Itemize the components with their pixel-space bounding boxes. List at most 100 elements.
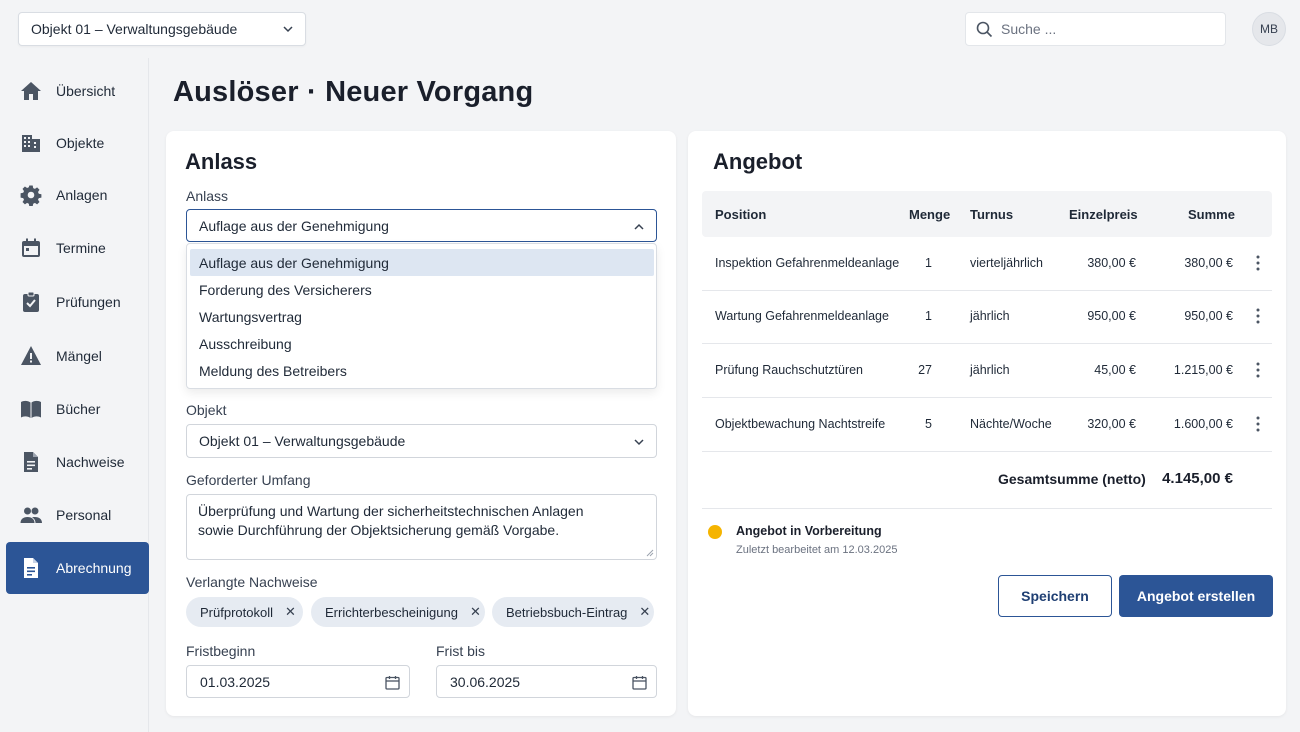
sidebar-item-label: Nachweise [56, 454, 125, 470]
table-row: Prüfung Rauchschutztüren 27 jährlich 45,… [702, 344, 1272, 398]
sidebar-item-label: Prüfungen [56, 294, 121, 310]
dropdown-option[interactable]: Forderung des Versicherers [190, 276, 654, 303]
cell-summe: 380,00 € [1184, 256, 1233, 270]
total-row: Gesamtsumme (netto) 4.145,00 € [702, 452, 1272, 509]
sidebar-item-label: Übersicht [56, 83, 116, 99]
save-button[interactable]: Speichern [998, 575, 1112, 617]
close-icon[interactable]: ✕ [285, 604, 296, 620]
sidebar-item-label: Mängel [56, 348, 102, 364]
more-vertical-icon[interactable] [1254, 307, 1262, 325]
sidebar-item-nachweise[interactable]: Nachweise [6, 436, 149, 488]
column-header-summe: Summe [1188, 207, 1235, 222]
frist-bis-value: 30.06.2025 [450, 673, 521, 690]
cell-menge: 1 [925, 256, 932, 270]
anlass-card-title: Anlass [185, 149, 258, 174]
calendar-icon [20, 237, 42, 259]
sidebar-item-label: Abrechnung [56, 560, 132, 576]
fristbeginn-label: Fristbeginn [186, 643, 256, 659]
dropdown-option[interactable]: Meldung des Betreibers [190, 357, 654, 384]
table-row: Wartung Gefahrenmeldeanlage 1 jährlich 9… [702, 290, 1272, 344]
calendar-icon[interactable] [632, 675, 647, 690]
fristbeginn-value: 01.03.2025 [200, 673, 271, 690]
chip-label: Errichterbescheinigung [325, 604, 458, 620]
object-selector-value: Objekt 01 – Verwaltungsgebäude [31, 21, 238, 37]
clipboard-check-icon [20, 291, 42, 313]
cell-summe: 1.215,00 € [1173, 363, 1233, 377]
angebot-card-title: Angebot [713, 149, 803, 174]
book-icon [20, 398, 42, 420]
frist-bis-input[interactable]: 30.06.2025 [436, 665, 657, 698]
nachweise-label: Verlangte Nachweise [186, 574, 318, 590]
search-icon [976, 21, 993, 37]
total-label: Gesamtsumme (netto) [998, 471, 1146, 487]
sidebar-item-label: Anlagen [56, 187, 108, 203]
cell-einzelpreis: 320,00 € [1087, 417, 1136, 431]
sidebar: Übersicht Objekte Anlagen Termine Prüfun… [0, 58, 149, 732]
anlass-label: Anlass [186, 188, 229, 204]
cell-menge: 27 [918, 363, 932, 377]
avatar[interactable]: MB [1252, 12, 1286, 46]
dropdown-option[interactable]: Auflage aus der Genehmigung [190, 249, 654, 276]
sidebar-item-termine[interactable]: Termine [6, 222, 149, 274]
anlass-select[interactable]: Auflage aus der Genehmigung [186, 209, 657, 242]
sidebar-item-uebersicht[interactable]: Übersicht [6, 65, 149, 117]
total-value: 4.145,00 € [1162, 470, 1233, 487]
cell-summe: 1.600,00 € [1173, 417, 1233, 431]
cell-einzelpreis: 45,00 € [1094, 363, 1136, 377]
dropdown-option[interactable]: Wartungsvertrag [190, 303, 654, 330]
create-offer-button[interactable]: Angebot erstellen [1119, 575, 1273, 617]
sidebar-item-anlagen[interactable]: Anlagen [6, 169, 149, 221]
objekt-label: Objekt [186, 402, 227, 418]
search-input[interactable] [1001, 21, 1201, 37]
more-vertical-icon[interactable] [1254, 361, 1262, 379]
close-icon[interactable]: ✕ [470, 604, 481, 620]
sidebar-item-buecher[interactable]: Bücher [6, 383, 149, 435]
cell-summe: 950,00 € [1184, 309, 1233, 323]
nachweis-chip: Betriebsbuch-Eintrag ✕ [492, 597, 654, 627]
dropdown-option[interactable]: Ausschreibung [190, 330, 654, 357]
sidebar-item-personal[interactable]: Personal [6, 489, 149, 541]
more-vertical-icon[interactable] [1254, 254, 1262, 272]
search-box[interactable] [965, 12, 1226, 46]
document-icon [20, 451, 42, 473]
close-icon[interactable]: ✕ [639, 604, 650, 620]
sidebar-item-objekte[interactable]: Objekte [6, 117, 149, 169]
table-row: Inspektion Gefahrenmeldeanlage 1 viertel… [702, 237, 1272, 291]
cell-turnus: jährlich [970, 309, 1010, 323]
sidebar-item-label: Objekte [56, 135, 105, 151]
sidebar-item-pruefungen[interactable]: Prüfungen [6, 276, 149, 328]
umfang-textarea[interactable]: Überprüfung und Wartung der sicherheitst… [186, 494, 657, 560]
table-header: Position Menge Turnus Einzelpreis Summe [702, 191, 1272, 237]
chevron-up-icon [634, 223, 644, 230]
invoice-icon [20, 557, 42, 579]
objekt-select-value: Objekt 01 – Verwaltungsgebäude [199, 433, 406, 449]
objekt-select[interactable]: Objekt 01 – Verwaltungsgebäude [186, 424, 657, 458]
column-header-position: Position [715, 207, 767, 222]
anlass-select-value: Auflage aus der Genehmigung [199, 217, 389, 234]
fristbeginn-input[interactable]: 01.03.2025 [186, 665, 410, 698]
gear-icon [20, 184, 42, 206]
sidebar-item-label: Personal [56, 507, 112, 523]
sidebar-item-maengel[interactable]: Mängel [6, 330, 149, 382]
chip-label: Prüfprotokoll [200, 604, 273, 620]
table-row: Objektbewachung Nachtstreife 5 Nächte/Wo… [702, 398, 1272, 452]
cell-position: Wartung Gefahrenmeldeanlage [715, 309, 889, 323]
sidebar-item-label: Termine [56, 240, 106, 256]
cell-turnus: vierteljährlich [970, 256, 1043, 270]
more-vertical-icon[interactable] [1254, 415, 1262, 433]
frist-bis-label: Frist bis [436, 643, 485, 659]
calendar-icon[interactable] [385, 675, 400, 690]
cell-position: Inspektion Gefahrenmeldeanlage [715, 256, 900, 270]
home-icon [20, 80, 42, 102]
cell-turnus: jährlich [970, 363, 1010, 377]
chevron-down-icon [634, 439, 644, 446]
column-header-turnus: Turnus [970, 207, 1014, 222]
cell-position: Objektbewachung Nachtstreife [715, 417, 886, 431]
sidebar-item-abrechnung[interactable]: Abrechnung [6, 542, 149, 594]
top-bar: Objekt 01 – Verwaltungsgebäude MB [0, 0, 1300, 58]
status-dot [708, 525, 722, 539]
anlass-dropdown: Auflage aus der Genehmigung Forderung de… [186, 243, 657, 389]
sidebar-item-label: Bücher [56, 401, 101, 417]
object-selector[interactable]: Objekt 01 – Verwaltungsgebäude [18, 12, 306, 46]
resize-grip-icon[interactable] [646, 549, 654, 557]
